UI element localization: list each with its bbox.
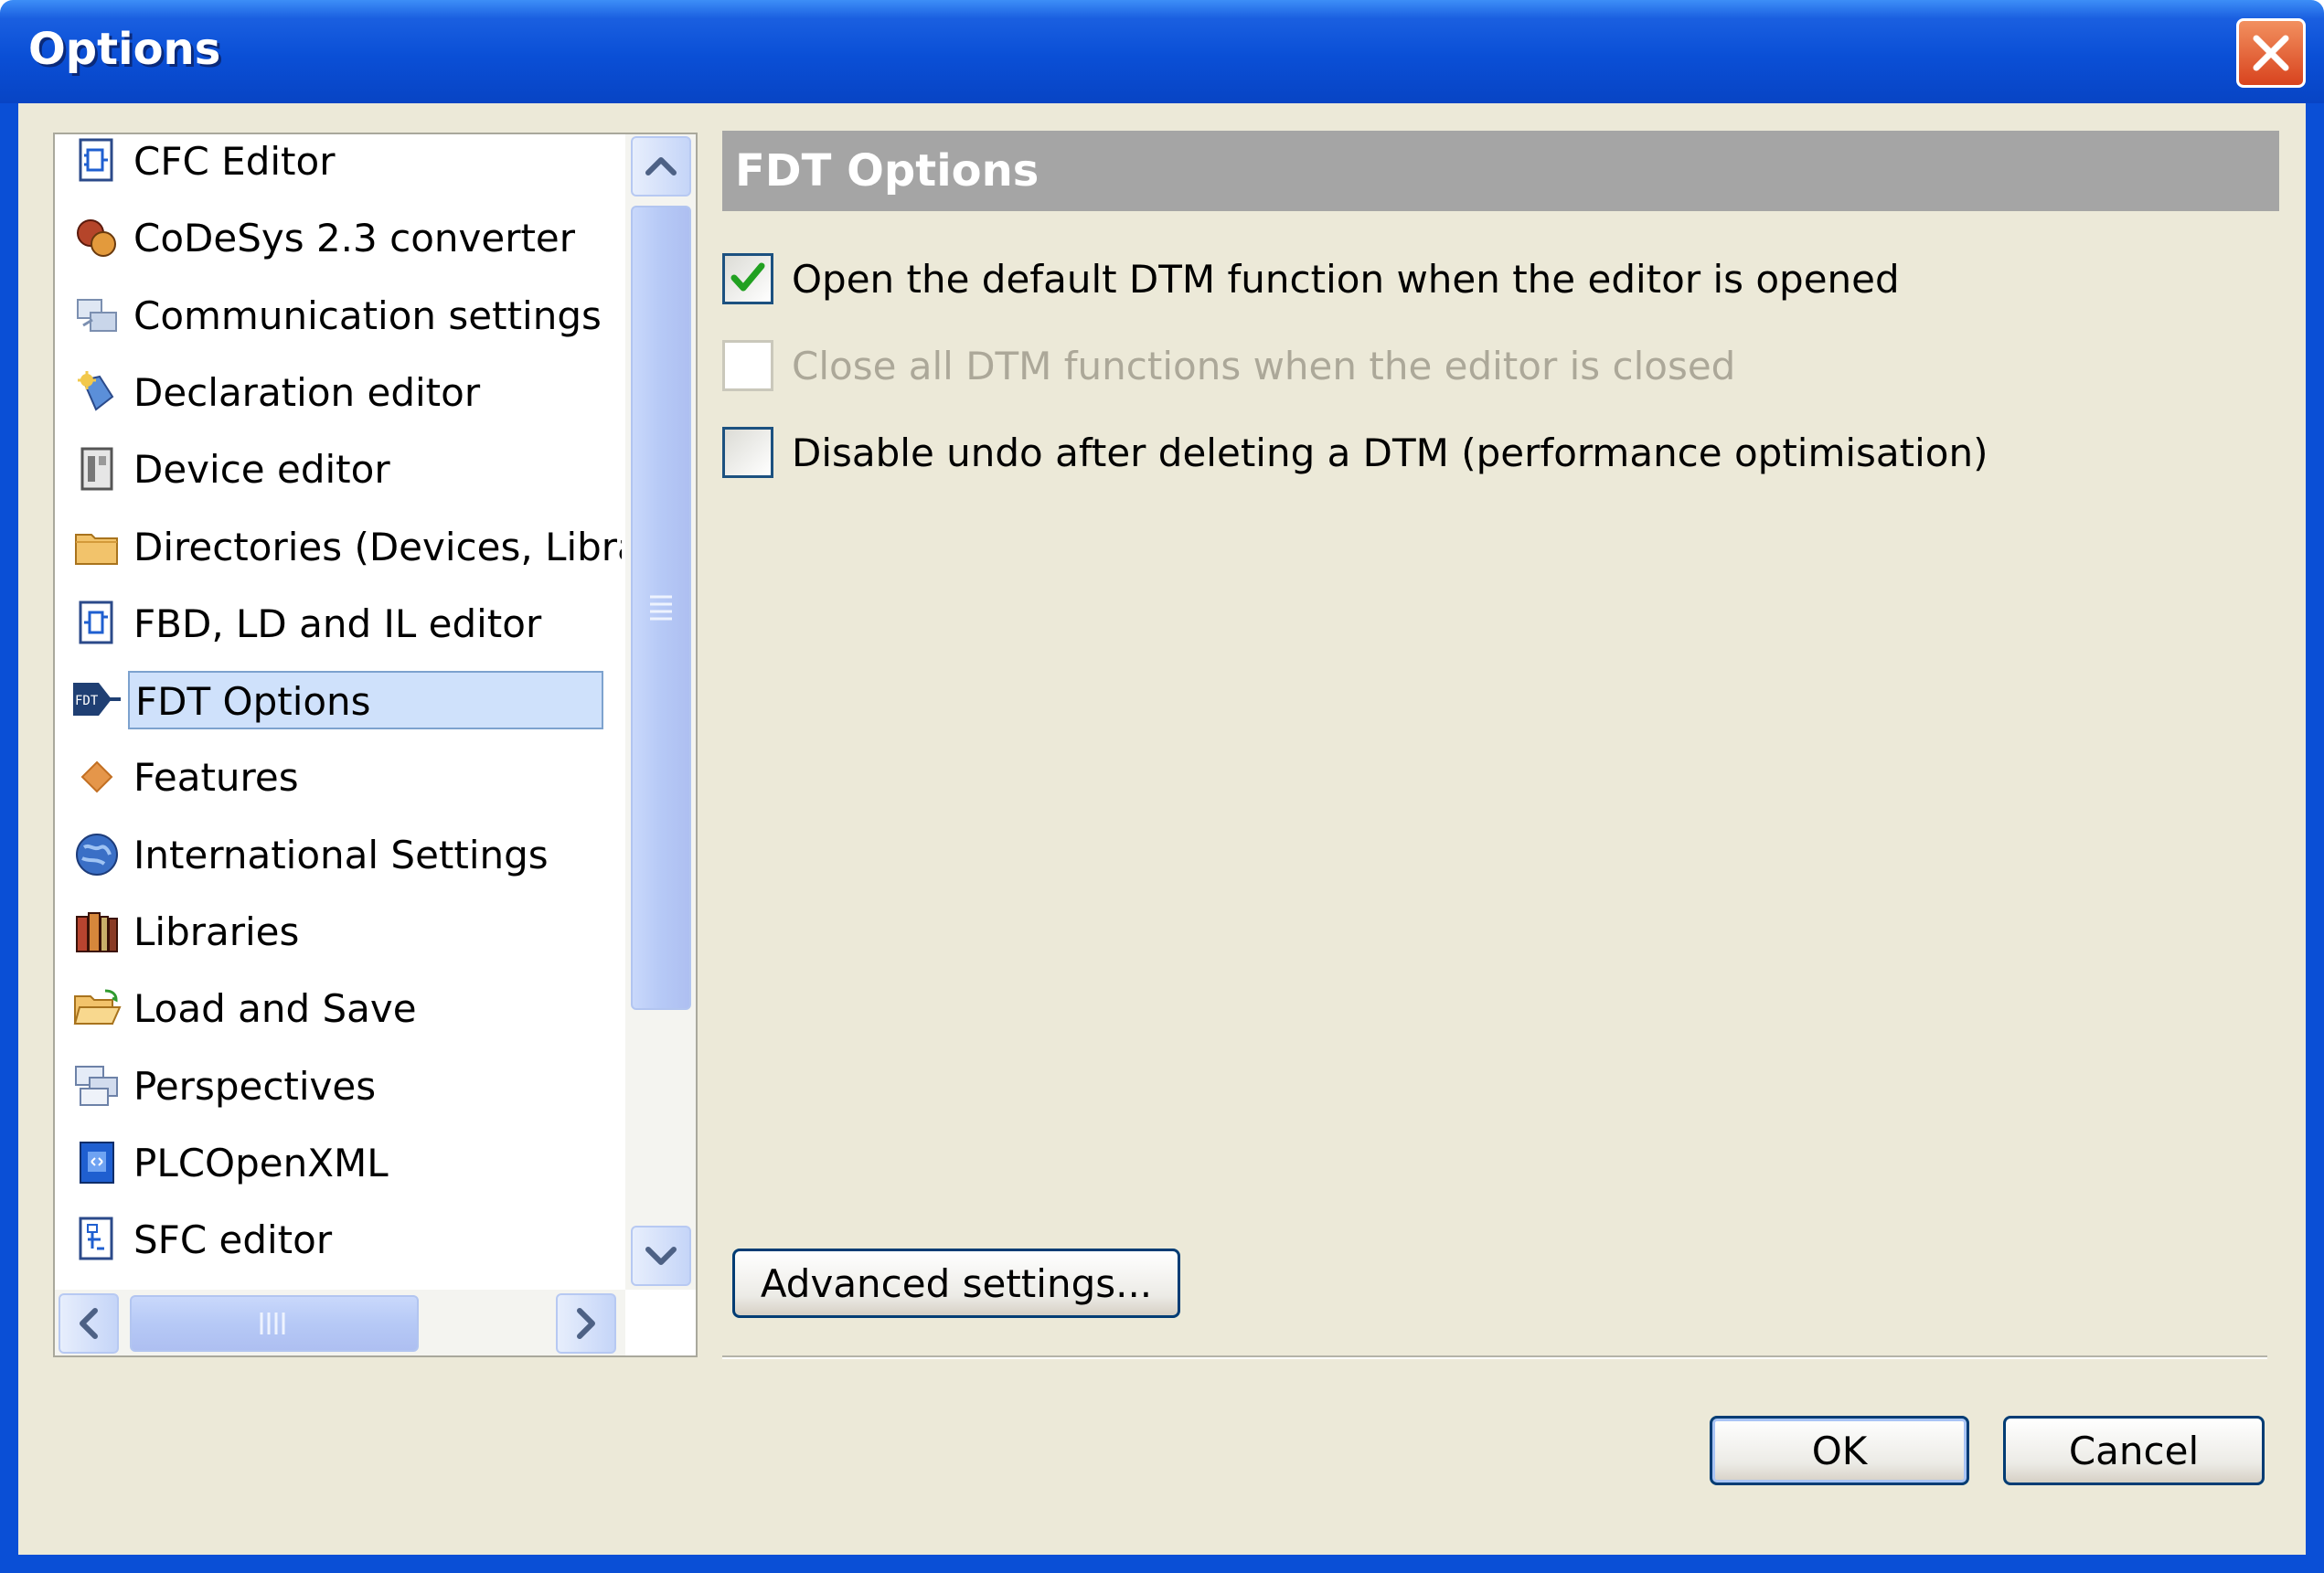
open-default-dtm-label: Open the default DTM function when the e…: [792, 256, 1900, 302]
fdt-icon: FDT: [71, 675, 123, 726]
cfc-editor-icon: [71, 135, 123, 186]
tree-item-label: Load and Save: [133, 985, 417, 1031]
tree-item-plcopenxml[interactable]: PLCOpenXML: [71, 1132, 622, 1193]
tree-item-label: Declaration editor: [133, 369, 481, 415]
window-frame-right: [2306, 103, 2324, 1573]
tree-item-directories-devices-librari[interactable]: Directories (Devices, Librari: [71, 516, 622, 577]
tree-item-label: Libraries: [133, 909, 300, 954]
folder-icon: [71, 521, 123, 572]
horizontal-scroll-thumb[interactable]: [130, 1295, 419, 1352]
tree-item-label: International Settings: [133, 832, 549, 877]
advanced-settings-button[interactable]: Advanced settings...: [732, 1249, 1180, 1318]
scroll-up-button[interactable]: [631, 136, 691, 197]
tree-item-label: PLCOpenXML: [133, 1140, 389, 1185]
tree-item-sfc-editor[interactable]: SFC editor: [71, 1209, 622, 1270]
libraries-books-icon: [71, 906, 123, 957]
scroll-right-button[interactable]: [556, 1293, 616, 1354]
tree-list: CFC Editor CoDeSys 2.3 converter Communica…: [55, 134, 622, 1286]
tree-item-codesys-2-3-converter[interactable]: CoDeSys 2.3 converter: [71, 207, 622, 268]
sfc-editor-icon: [71, 1214, 123, 1265]
chevron-down-icon: [645, 1247, 677, 1265]
window-frame-bottom: [0, 1555, 2324, 1573]
options-category-tree[interactable]: CFC Editor CoDeSys 2.3 converter Communica…: [53, 133, 698, 1357]
scroll-down-button[interactable]: [631, 1226, 691, 1286]
title-bar[interactable]: Options: [0, 0, 2324, 103]
tree-item-fdt-options[interactable]: FDT FDT Options: [71, 670, 622, 730]
declaration-editor-icon: [71, 367, 123, 418]
close-icon: [2253, 35, 2289, 71]
option-open-default-dtm[interactable]: Open the default DTM function when the e…: [722, 252, 1900, 305]
ok-button[interactable]: OK: [1710, 1416, 1969, 1485]
tree-item-label: Directories (Devices, Librari: [133, 524, 622, 569]
grip-icon: [650, 595, 672, 621]
tree-item-device-editor[interactable]: Device editor: [71, 439, 622, 499]
tree-item-label: Features: [133, 754, 299, 800]
tree-item-cfc-editor[interactable]: CFC Editor: [71, 134, 622, 191]
svg-text:FDT: FDT: [75, 694, 99, 708]
tree-item-international-settings[interactable]: International Settings: [71, 824, 622, 885]
perspectives-windows-icon: [71, 1060, 123, 1111]
close-all-dtm-label: Close all DTM functions when the editor …: [792, 343, 1736, 388]
cancel-button[interactable]: Cancel: [2003, 1416, 2265, 1485]
tree-item-communication-settings[interactable]: Communication settings: [71, 285, 622, 345]
device-editor-icon: [71, 443, 123, 494]
chevron-right-icon: [577, 1308, 595, 1339]
tree-item-label: CoDeSys 2.3 converter: [133, 215, 576, 260]
tree-item-label: CFC Editor: [133, 138, 336, 184]
tree-item-label: Device editor: [133, 446, 390, 492]
tree-item-libraries[interactable]: Libraries: [71, 901, 622, 962]
separator-line: [722, 1355, 2267, 1359]
scrollbar-corner: [625, 1290, 696, 1355]
chevron-left-icon: [80, 1308, 98, 1339]
panel-header: FDT Options: [722, 131, 2279, 211]
communication-icon: [71, 290, 123, 341]
open-folder-icon: [71, 983, 123, 1034]
vertical-scroll-thumb[interactable]: [631, 206, 691, 1010]
tree-item-label: Perspectives: [133, 1063, 377, 1109]
close-button[interactable]: [2236, 18, 2306, 88]
codesys-converter-icon: [71, 212, 123, 263]
tree-item-label: SFC editor: [133, 1217, 333, 1262]
tree-item-label: FDT Options: [128, 671, 603, 729]
disable-undo-checkbox[interactable]: [722, 427, 773, 478]
scroll-left-button[interactable]: [59, 1293, 119, 1354]
open-default-dtm-checkbox[interactable]: [722, 253, 773, 304]
grip-icon: [260, 1313, 285, 1334]
option-disable-undo[interactable]: Disable undo after deleting a DTM (perfo…: [722, 426, 1988, 479]
tree-item-label: FBD, LD and IL editor: [133, 601, 542, 646]
option-close-all-dtm: Close all DTM functions when the editor …: [722, 339, 1735, 392]
plcopenxml-icon: [71, 1137, 123, 1188]
features-diamond-icon: [71, 751, 123, 802]
window-title: Options: [28, 24, 221, 75]
window-frame-left: [0, 103, 18, 1573]
options-dialog: Options CFC Editor CoDeSys 2.3 converter C…: [0, 0, 2324, 1573]
checkmark-icon: [730, 262, 765, 292]
tree-item-declaration-editor[interactable]: Declaration editor: [71, 362, 622, 422]
tree-item-features[interactable]: Features: [71, 747, 622, 807]
disable-undo-label: Disable undo after deleting a DTM (perfo…: [792, 430, 1988, 475]
panel-title: FDT Options: [735, 145, 1039, 197]
close-all-dtm-checkbox: [722, 340, 773, 391]
vertical-scrollbar[interactable]: [625, 134, 696, 1290]
chevron-up-icon: [645, 157, 677, 175]
globe-icon: [71, 829, 123, 880]
tree-item-label: Communication settings: [133, 292, 602, 338]
tree-item-load-and-save[interactable]: Load and Save: [71, 978, 622, 1038]
fbd-editor-icon: [71, 598, 123, 649]
horizontal-scrollbar[interactable]: [55, 1290, 625, 1355]
tree-item-perspectives[interactable]: Perspectives: [71, 1056, 622, 1116]
tree-item-fbd-ld-and-il-editor[interactable]: FBD, LD and IL editor: [71, 593, 622, 654]
